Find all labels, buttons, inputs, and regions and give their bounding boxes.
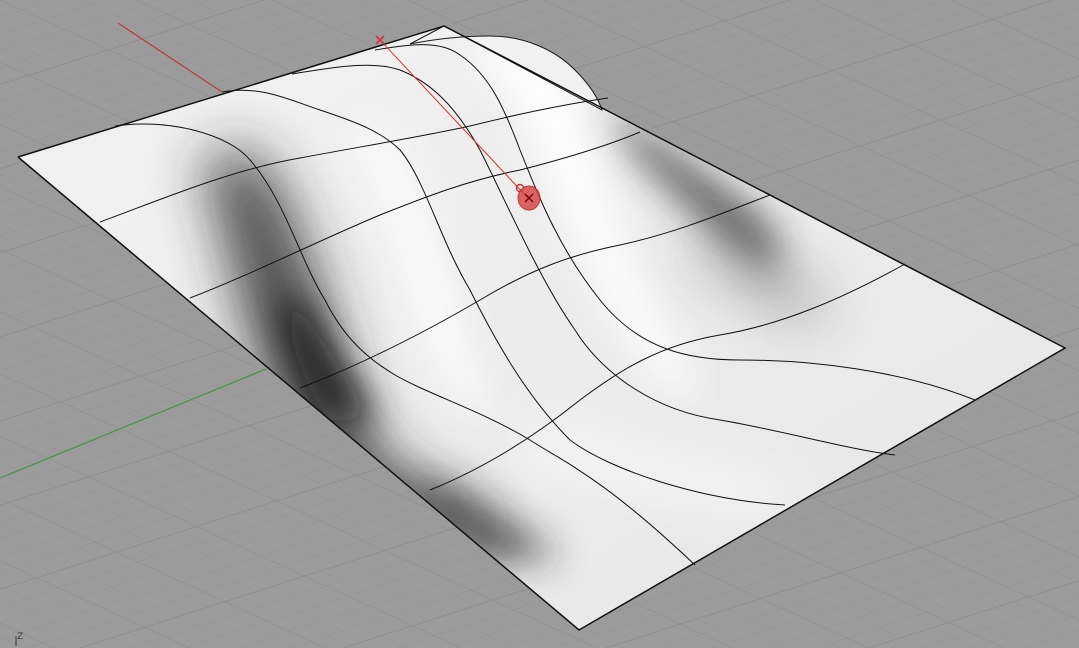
- viewport-canvas[interactable]: [0, 0, 1079, 648]
- axis-indicator-label: Z: [17, 632, 24, 642]
- perspective-viewport[interactable]: Z: [0, 0, 1079, 648]
